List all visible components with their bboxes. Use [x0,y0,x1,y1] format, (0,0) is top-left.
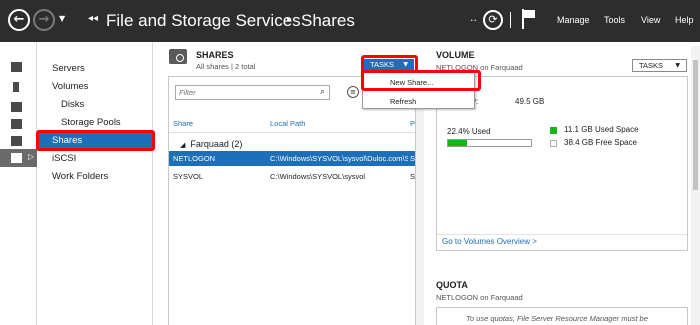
back-arrow-icon[interactable]: ← [8,9,30,31]
nav-item-volumes[interactable]: Volumes [52,81,88,92]
breadcrumb-root-icon[interactable]: ◂◂ [88,13,98,24]
quota-title: QUOTA [436,280,468,290]
menu-help[interactable]: Help [675,15,694,25]
file-storage-services-icon[interactable]: ▷ [0,149,37,167]
share-protocol: SMB [410,154,415,163]
volume-tasks-label: TASKS [639,61,664,70]
nav-item-shares[interactable]: Shares [38,132,152,149]
menu-tools[interactable]: Tools [604,15,625,25]
table-row[interactable]: SYSVOL C:\Windows\SYSVOL\sysvol SMB [169,169,415,184]
forward-arrow-icon[interactable]: → [33,9,55,31]
nav-item-shares-label: Shares [52,135,83,146]
used-space-label: 11.1 GB Used Space [564,125,639,134]
shares-title: SHARES [196,50,234,60]
nav-item-servers[interactable]: Servers [52,63,85,74]
share-name: NETLOGON [173,154,216,163]
share-local-path: C:\Windows\SYSVOL\sysvol\Duloc.com\SCRIP… [270,154,408,163]
chevron-down-icon: ▼ [675,62,680,69]
free-space-swatch [550,140,557,147]
list-options-icon[interactable]: ≡ [347,86,359,98]
chevron-down-icon: ▼ [403,61,408,68]
menu-item-refresh[interactable]: Refresh [390,97,416,106]
shares-subtitle: All shares | 2 total [196,62,256,71]
expand-chevron-icon: ▷ [28,152,35,161]
breadcrumb-separator-icon: ▸ [287,15,292,25]
all-servers-icon[interactable] [0,98,37,116]
scrollbar-thumb[interactable] [693,60,698,190]
breadcrumb-parent[interactable]: File and Storage Services [106,11,301,31]
breadcrumb-current: Shares [301,11,355,30]
capacity-value: 49.5 GB [515,97,545,106]
free-space-label: 38.4 GB Free Space [564,138,637,147]
history-dropdown-icon[interactable]: ▼ [59,14,65,23]
shares-icon [169,49,187,64]
nav-item-disks[interactable]: Disks [61,99,84,110]
group-header[interactable]: ◢ Farquaad (2) [180,139,242,149]
volume-tasks-button[interactable]: TASKS ▼ [632,59,687,72]
menu-manage[interactable]: Manage [557,15,590,25]
navigation-pane: Servers Volumes Disks Storage Pools Shar… [38,42,153,325]
right-pane-scrollbar[interactable] [691,46,700,325]
column-header-share[interactable]: Share [173,119,193,128]
shares-scrollbar[interactable] [416,76,424,325]
dashboard-icon[interactable] [0,58,37,76]
usage-bar [447,139,532,147]
dns-icon[interactable] [0,132,37,150]
local-server-icon[interactable] [0,78,37,96]
tasks-dropdown-menu: New Share... Refresh [362,71,475,109]
volume-title: VOLUME [436,50,475,60]
table-row[interactable]: NETLOGON C:\Windows\SYSVOL\sysvol\Duloc.… [169,151,415,166]
ad-ds-icon[interactable] [0,115,37,133]
column-header-local-path[interactable]: Local Path [270,119,305,128]
group-label: Farquaad (2) [190,139,243,149]
title-bar: ← → ▼ ◂◂ File and Storage Services ▸ Sha… [0,0,700,42]
menu-item-new-share[interactable]: New Share... [390,78,433,87]
shares-tasks-label: TASKS [370,60,395,69]
menu-view[interactable]: View [641,15,660,25]
shares-tasks-button[interactable]: TASKS ▼ [364,59,414,71]
shares-list [168,76,416,325]
refresh-icon[interactable]: ⟳ [483,10,503,30]
used-percent-label: 22.4% Used [447,127,491,136]
notifications-flag-icon[interactable] [521,9,535,29]
share-protocol: SMB [410,172,415,181]
filter-field[interactable]: ⌕ [175,85,330,100]
toolbar-divider [510,12,511,28]
search-icon[interactable]: ⌕ [320,87,325,97]
usage-bar-fill [448,140,467,146]
dropdown-dots-icon[interactable]: ·· [470,14,477,27]
column-divider [169,132,415,133]
share-name: SYSVOL [173,172,204,181]
quota-message: To use quotas, File Server Resource Mana… [466,314,648,323]
used-space-swatch [550,127,557,134]
nav-item-storage-pools[interactable]: Storage Pools [61,117,121,128]
filter-input[interactable] [179,87,309,98]
volumes-overview-link[interactable]: Go to Volumes Overview > [442,237,537,246]
volume-link-divider [437,234,687,235]
nav-item-iscsi[interactable]: iSCSI [52,153,76,164]
icon-rail: ▷ [0,42,37,325]
collapse-triangle-icon[interactable]: ◢ [180,141,185,149]
nav-item-work-folders[interactable]: Work Folders [52,171,108,182]
quota-subtitle: NETLOGON on Farquaad [436,293,523,302]
share-local-path: C:\Windows\SYSVOL\sysvol [270,172,366,181]
